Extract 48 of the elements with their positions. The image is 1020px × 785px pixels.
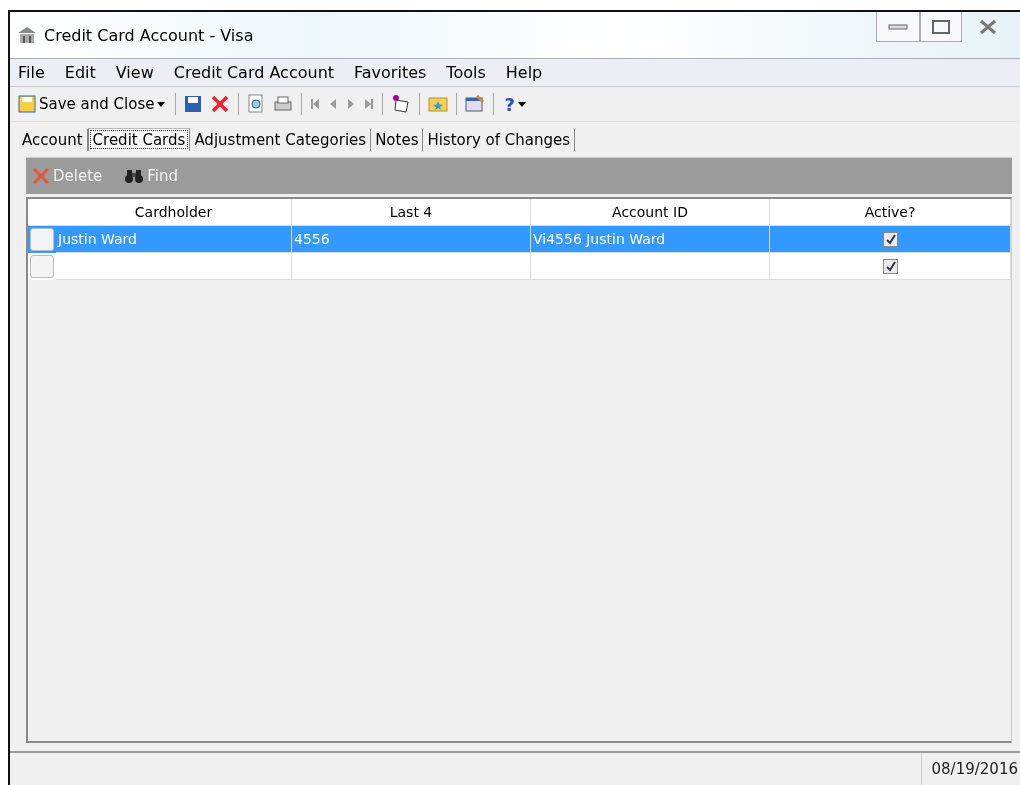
menu-item[interactable]: Edit [64,63,96,82]
caret-icon [517,101,526,107]
window-title: Credit Card Account - Visa [44,25,255,45]
tab[interactable]: Notes [371,129,424,151]
save-icon[interactable] [184,95,203,113]
help-button[interactable]: ? [502,92,528,116]
save-close-icon [18,95,36,113]
menu-item[interactable]: Favorites [354,63,427,82]
menu-item[interactable]: File [18,63,45,82]
building-icon [16,24,38,46]
column-header[interactable]: Cardholder [56,199,292,226]
previous-record-icon[interactable] [328,98,339,110]
star-folder-icon[interactable] [428,95,449,113]
menu-item[interactable]: Credit Card Account [173,63,335,82]
table-cell: 4556 [294,231,330,247]
tab[interactable]: Adjustment Categories [190,129,372,151]
print-icon[interactable] [273,95,294,113]
preview-icon[interactable] [247,94,266,114]
first-record-icon[interactable] [310,98,321,110]
delete-icon[interactable] [210,94,231,114]
caret-icon [157,101,166,107]
maximize-button[interactable] [920,12,962,42]
row-selector[interactable] [30,228,54,251]
note-pin-icon[interactable] [391,94,412,114]
status-date: 08/19/2016 [920,753,1020,785]
last-record-icon[interactable] [364,98,375,110]
table-cell: Vi4556 Justin Ward [533,231,666,247]
menu-item[interactable]: Tools [446,63,486,82]
row-selector[interactable] [30,255,54,278]
table-cell: Justin Ward [58,231,137,247]
tab[interactable]: Account [18,129,88,151]
properties-icon[interactable] [465,95,486,113]
minimize-icon [888,23,908,30]
save-and-close-button[interactable]: Save and Close [16,92,168,116]
tab[interactable]: History of Changes [423,129,576,151]
menu-item[interactable]: View [115,63,154,82]
column-header[interactable]: Last 4 [292,199,531,226]
column-header[interactable]: Active? [770,199,1011,226]
checkbox[interactable] [882,231,898,247]
delete-icon [32,167,50,185]
checkbox[interactable] [882,258,898,274]
column-header[interactable]: Account ID [531,199,770,226]
binoculars-icon [124,168,145,184]
menu-item[interactable]: Help [505,63,543,82]
close-icon [979,19,997,35]
minimize-button[interactable] [876,12,920,42]
maximize-icon [932,19,950,34]
tab[interactable]: Credit Cards [87,128,191,151]
